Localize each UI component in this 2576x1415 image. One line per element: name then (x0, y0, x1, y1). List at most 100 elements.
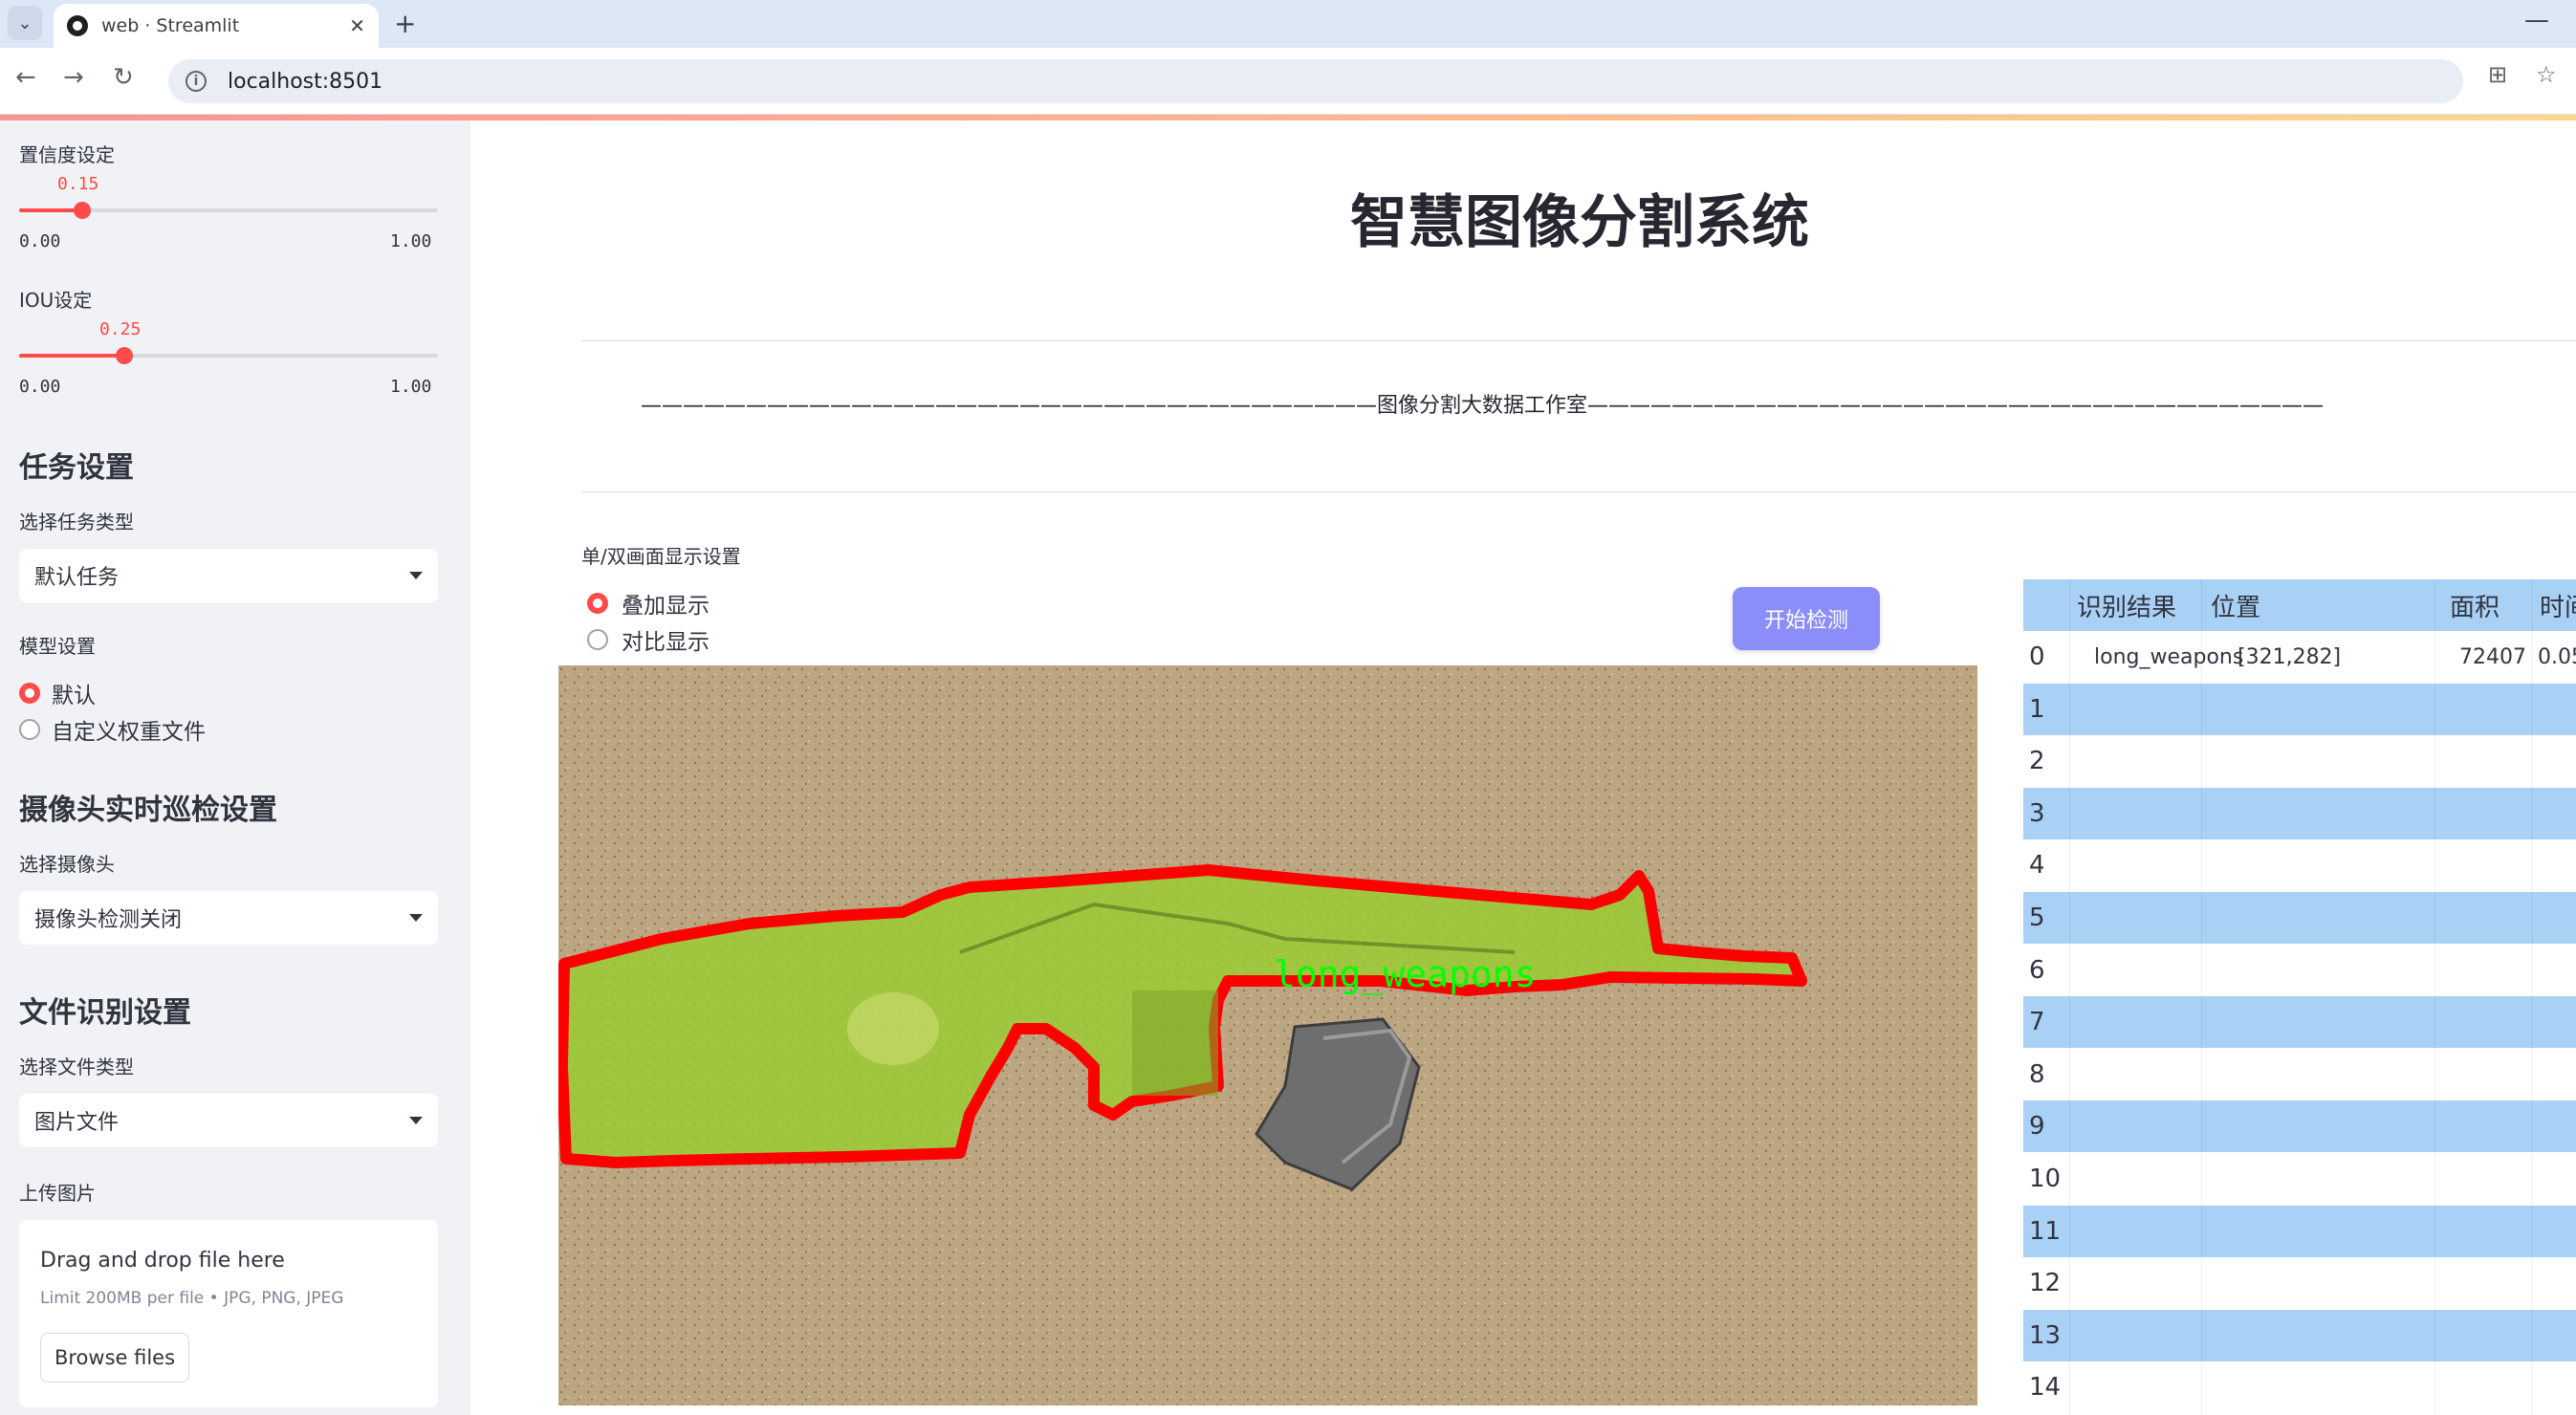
file-select-label: 选择文件类型 (19, 1056, 134, 1078)
confidence-slider[interactable] (19, 202, 438, 219)
camera-select-value: 摄像头检测关闭 (34, 908, 183, 932)
browser-tab[interactable]: web · Streamlit ✕ (54, 4, 379, 48)
rifle-magazine-well (1132, 990, 1218, 1096)
position-cell (2238, 1206, 2477, 1257)
time-cell (2538, 1049, 2576, 1100)
table-row[interactable]: 13 (2023, 1309, 2576, 1361)
table-row[interactable]: 4 (2023, 839, 2576, 892)
table-row[interactable]: 10 (2023, 1153, 2576, 1205)
dropzone-limit: Limit 200MB per file • JPG, PNG, JPEG (40, 1289, 344, 1308)
time-cell (2538, 735, 2576, 787)
detection-label: long_weapons (1274, 953, 1537, 996)
time-cell (2538, 839, 2576, 891)
position-cell (2238, 945, 2477, 996)
model-option-label: 默认 (52, 684, 96, 708)
confidence-label: 置信度设定 (19, 143, 115, 166)
caret-down-icon (409, 914, 423, 922)
task-select[interactable]: 默认任务 (19, 549, 438, 602)
iou-slider[interactable] (19, 347, 438, 364)
tab-title: web · Streamlit (101, 15, 240, 36)
reload-icon[interactable]: ↻ (113, 63, 134, 92)
result-cell (2094, 1153, 2228, 1205)
position-cell (2238, 892, 2477, 944)
result-cell (2094, 1100, 2228, 1152)
dropzone-title: Drag and drop file here (40, 1249, 285, 1273)
confidence-slider-fill (19, 208, 82, 212)
minimize-icon[interactable]: — (2524, 6, 2549, 34)
close-icon[interactable]: ✕ (349, 14, 365, 37)
star-icon[interactable]: ☆ (2536, 61, 2557, 88)
table-row[interactable]: 3 (2023, 787, 2576, 839)
iou-label: IOU设定 (19, 289, 93, 312)
divider (581, 340, 2576, 341)
table-row[interactable]: 8 (2023, 1048, 2576, 1100)
address-bar: ← → ↻ i localhost:8501 ⊞ ☆ (0, 48, 2576, 115)
result-cell (2094, 1257, 2228, 1309)
row-index: 6 (2029, 955, 2045, 985)
result-cell (2094, 1361, 2228, 1413)
translate-icon[interactable]: ⊞ (2488, 61, 2507, 88)
caret-down-icon (409, 1117, 423, 1124)
task-select-label: 选择任务类型 (19, 511, 134, 533)
display-option-label: 对比显示 (622, 630, 709, 655)
table-row[interactable]: 9 (2023, 1100, 2576, 1153)
table-row[interactable]: 0long_weapons[321,282]724070.05 (2023, 631, 2576, 683)
results-table[interactable]: 识别结果位置面积时间0long_weapons[321,282]724070.0… (2023, 579, 2576, 1415)
row-index: 10 (2029, 1165, 2062, 1193)
file-select-value: 图片文件 (34, 1111, 120, 1135)
result-cell (2094, 996, 2228, 1048)
row-index: 1 (2029, 694, 2045, 724)
url-text: localhost:8501 (228, 69, 383, 94)
back-icon[interactable]: ← (15, 63, 36, 92)
table-row[interactable]: 14 (2023, 1361, 2576, 1414)
table-row[interactable]: 6 (2023, 944, 2576, 996)
table-header-row: 识别结果 位置 面积 时间 (2023, 579, 2576, 631)
result-cell (2094, 1049, 2228, 1100)
column-header: 时间 (2540, 593, 2576, 622)
iou-value: 0.25 (99, 319, 142, 339)
model-radio-default[interactable]: 默认 (19, 677, 96, 709)
confidence-max: 1.00 (390, 231, 432, 251)
camera-select[interactable]: 摄像头检测关闭 (19, 891, 438, 945)
result-cell (2094, 1310, 2228, 1361)
upload-label: 上传图片 (19, 1182, 96, 1205)
radio-unselected-icon (587, 629, 608, 650)
table-row[interactable]: 7 (2023, 996, 2576, 1049)
display-radio-compare[interactable]: 对比显示 (587, 623, 709, 656)
file-dropzone[interactable]: Drag and drop file here Limit 200MB per … (19, 1220, 438, 1407)
time-cell (2538, 788, 2576, 839)
iou-min: 0.00 (19, 377, 61, 397)
subtitle-line: ———————————————————————————————————图像分割大… (640, 394, 2324, 418)
browse-files-button[interactable]: Browse files (40, 1333, 189, 1382)
table-row[interactable]: 12 (2023, 1257, 2576, 1310)
column-divider (2532, 579, 2533, 1415)
iou-slider-thumb[interactable] (115, 347, 133, 364)
table-row[interactable]: 1 (2023, 683, 2576, 735)
start-detection-button[interactable]: 开始检测 (1733, 587, 1880, 650)
file-type-select[interactable]: 图片文件 (19, 1094, 438, 1147)
row-index: 3 (2029, 798, 2045, 828)
table-row[interactable]: 5 (2023, 892, 2576, 944)
forward-icon[interactable]: → (63, 63, 84, 92)
table-row[interactable]: 11 (2023, 1205, 2576, 1257)
position-cell (2238, 1310, 2477, 1361)
row-index: 11 (2029, 1216, 2062, 1246)
result-cell (2094, 839, 2228, 891)
position-cell: [321,282] (2238, 644, 2342, 669)
table-row[interactable]: 2 (2023, 735, 2576, 788)
info-icon[interactable]: i (186, 71, 207, 92)
tab-search-button[interactable]: ⌄ (8, 6, 42, 40)
time-cell: 0.05 (2538, 644, 2576, 669)
column-divider (2069, 579, 2070, 1415)
new-tab-icon[interactable]: + (394, 8, 416, 39)
display-radio-overlay[interactable]: 叠加显示 (587, 587, 709, 620)
model-radio-custom[interactable]: 自定义权重文件 (19, 713, 206, 746)
radio-unselected-icon (19, 719, 40, 740)
url-input[interactable]: i localhost:8501 (168, 59, 2463, 103)
confidence-slider-thumb[interactable] (73, 202, 91, 219)
column-divider (2201, 579, 2202, 1415)
file-heading: 文件识别设置 (19, 996, 191, 1030)
streamlit-favicon-icon (67, 15, 88, 36)
confidence-min: 0.00 (19, 231, 61, 251)
time-cell (2538, 1361, 2576, 1413)
